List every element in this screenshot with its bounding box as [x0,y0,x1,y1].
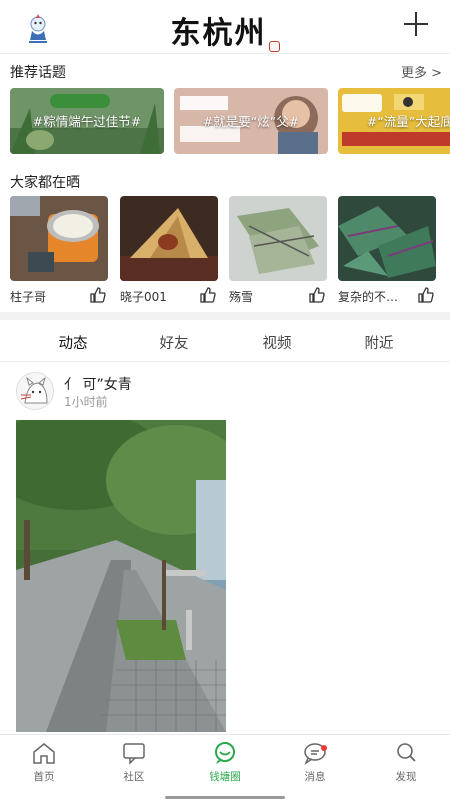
nav-messages-label: 消息 [304,771,326,783]
topic-card[interactable]: #粽情端午过佳节# [10,88,164,154]
nav-discover[interactable]: 发现 [376,741,436,784]
brand-seal-icon [268,41,280,52]
plus-icon[interactable] [404,12,428,36]
topic-label: #粽情端午过佳节# [32,114,142,129]
shares-carousel[interactable]: 柱子哥 晓子001 殇雪 复杂的不… [10,196,450,306]
topics-section-title: 推荐话题 [10,65,66,81]
qiantang-circle-icon [215,742,235,764]
avatar[interactable] [16,372,54,410]
thumbs-up-icon[interactable] [309,287,325,303]
nav-discover-label: 发现 [395,771,417,783]
nav-community[interactable]: 社区 [104,741,164,784]
share-author-name: 复杂的不… [338,290,399,304]
shares-section-title: 大家都在晒 [10,175,80,191]
share-thumbnail[interactable] [10,196,108,281]
topics-more-link[interactable]: 更多 > [401,62,442,81]
share-card[interactable]: 柱子哥 [10,196,108,304]
thumbs-up-icon[interactable] [418,287,434,303]
tab-friends[interactable]: 好友 [144,332,204,353]
search-icon [397,743,416,762]
thumbs-up-icon[interactable] [90,287,106,303]
topic-card[interactable]: #“流量”大起底# [338,88,450,154]
post-author-name[interactable]: 亻 可”女青 [64,374,132,394]
nav-qiantang-circle-label: 钱塘圈 [209,771,241,783]
home-indicator[interactable] [165,796,285,799]
app-brand-title: 东杭州 [0,8,450,52]
thumbs-up-icon[interactable] [200,287,216,303]
post-timestamp: 1小时前 [64,395,108,409]
topic-label: #“流量”大起底# [366,114,450,129]
tab-video[interactable]: 视频 [247,332,307,353]
tab-nearby[interactable]: 附近 [349,332,409,353]
nav-messages[interactable]: 消息 [285,741,345,784]
share-author-name: 晓子001 [120,290,167,304]
share-card[interactable]: 复杂的不… [338,196,436,304]
app-header: 东杭州 [0,0,450,54]
post-header: 亻 可”女青 1小时前 [16,372,436,412]
share-thumbnail[interactable] [338,196,436,281]
unread-badge [321,745,327,751]
feed-tabs: 动态 好友 视频 附近 [0,320,450,362]
nav-home-label: 首页 [33,771,55,783]
share-thumbnail[interactable] [229,196,327,281]
topic-card[interactable]: #就是要“炫”父# [174,88,328,154]
bottom-nav: 首页 社区 钱塘圈 消息 发现 [0,734,450,800]
share-card[interactable]: 殇雪 [229,196,327,304]
community-icon [123,743,145,765]
share-author-name: 殇雪 [229,290,254,304]
nav-home[interactable]: 首页 [14,741,74,784]
home-icon [33,743,55,764]
tab-dynamic[interactable]: 动态 [43,332,103,353]
post-photo[interactable] [16,420,226,732]
nav-community-label: 社区 [123,771,145,783]
share-thumbnail[interactable] [120,196,218,281]
share-author-name: 柱子哥 [10,290,47,304]
section-divider [0,312,450,320]
share-card[interactable]: 晓子001 [120,196,218,304]
nav-qiantang-circle[interactable]: 钱塘圈 [195,741,255,784]
topic-label: #就是要“炫”父# [202,114,300,129]
topics-carousel[interactable]: #粽情端午过佳节# #就是要“炫”父# #“流量”大起底# [10,88,450,154]
